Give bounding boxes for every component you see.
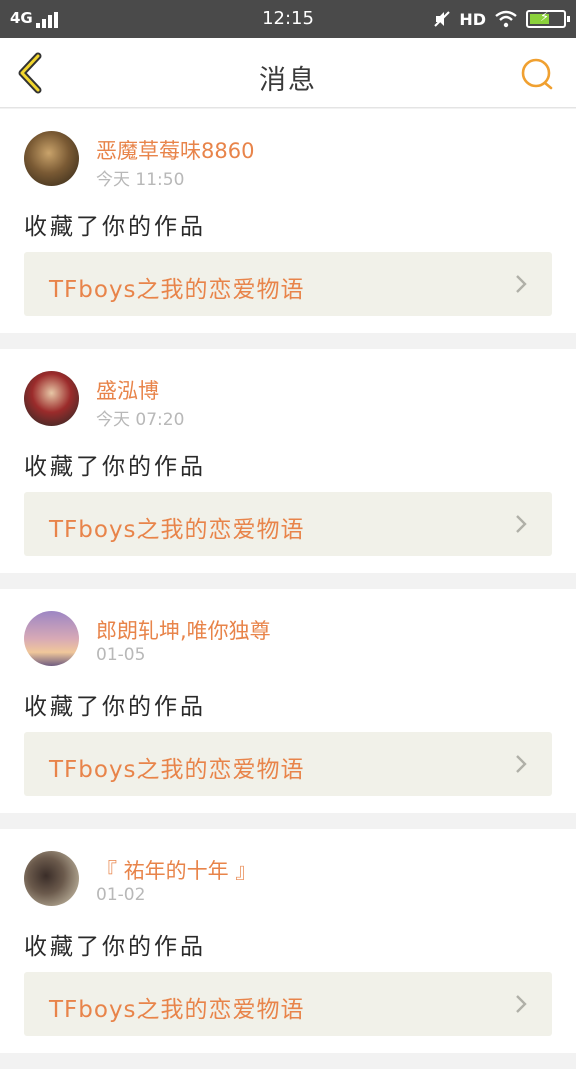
work-title: TFboys之我的恋爱物语 [49, 277, 305, 303]
battery-charging-icon: ⚡ [526, 10, 570, 28]
timestamp: 今天 07:20 [96, 410, 185, 430]
chevron-right-icon [516, 995, 527, 1013]
work-link[interactable]: TFboys之我的恋爱物语 [24, 492, 552, 556]
mute-icon [434, 11, 451, 27]
action-text: 收藏了你的作品 [24, 934, 206, 960]
timestamp: 01-05 [96, 645, 146, 665]
avatar[interactable] [24, 851, 79, 906]
header-bar: 消息 [0, 38, 576, 108]
status-right-icons: HD ⚡ [433, 8, 570, 30]
chevron-right-icon [516, 755, 527, 773]
username[interactable]: 盛泓博 [96, 375, 159, 405]
bolt-icon: ⚡ [540, 10, 550, 25]
status-bar: 4G 12:15 HD ⚡ [0, 0, 576, 38]
work-title: TFboys之我的恋爱物语 [49, 997, 305, 1023]
wifi-icon [495, 10, 517, 28]
avatar[interactable] [24, 131, 79, 186]
chevron-right-icon [516, 275, 527, 293]
work-link[interactable]: TFboys之我的恋爱物语 [24, 732, 552, 796]
work-link[interactable]: TFboys之我的恋爱物语 [24, 972, 552, 1036]
message-card: 恶魔草莓味8860 今天 11:50 收藏了你的作品 TFboys之我的恋爱物语 [0, 109, 576, 333]
chevron-right-icon [516, 515, 527, 533]
work-title: TFboys之我的恋爱物语 [49, 757, 305, 783]
search-icon[interactable] [520, 57, 554, 91]
work-link[interactable]: TFboys之我的恋爱物语 [24, 252, 552, 316]
message-card: 郎朗轧坤,唯你独尊 01-05 收藏了你的作品 TFboys之我的恋爱物语 [0, 589, 576, 813]
action-text: 收藏了你的作品 [24, 694, 206, 720]
avatar[interactable] [24, 611, 79, 666]
work-title: TFboys之我的恋爱物语 [49, 517, 305, 543]
message-list: 恶魔草莓味8860 今天 11:50 收藏了你的作品 TFboys之我的恋爱物语… [0, 109, 576, 1069]
avatar[interactable] [24, 371, 79, 426]
action-text: 收藏了你的作品 [24, 454, 206, 480]
message-card: 『 祐年的十年 』 01-02 收藏了你的作品 TFboys之我的恋爱物语 [0, 829, 576, 1053]
username[interactable]: 『 祐年的十年 』 [96, 855, 256, 885]
back-chevron-icon[interactable] [14, 52, 46, 94]
timestamp: 01-02 [96, 885, 146, 905]
username[interactable]: 郎朗轧坤,唯你独尊 [96, 615, 271, 645]
page-title: 消息 [259, 65, 317, 96]
username[interactable]: 恶魔草莓味8860 [96, 135, 254, 165]
timestamp: 今天 11:50 [96, 170, 185, 190]
message-card: 盛泓博 今天 07:20 收藏了你的作品 TFboys之我的恋爱物语 [0, 349, 576, 573]
action-text: 收藏了你的作品 [24, 214, 206, 240]
hd-label: HD [459, 9, 486, 29]
